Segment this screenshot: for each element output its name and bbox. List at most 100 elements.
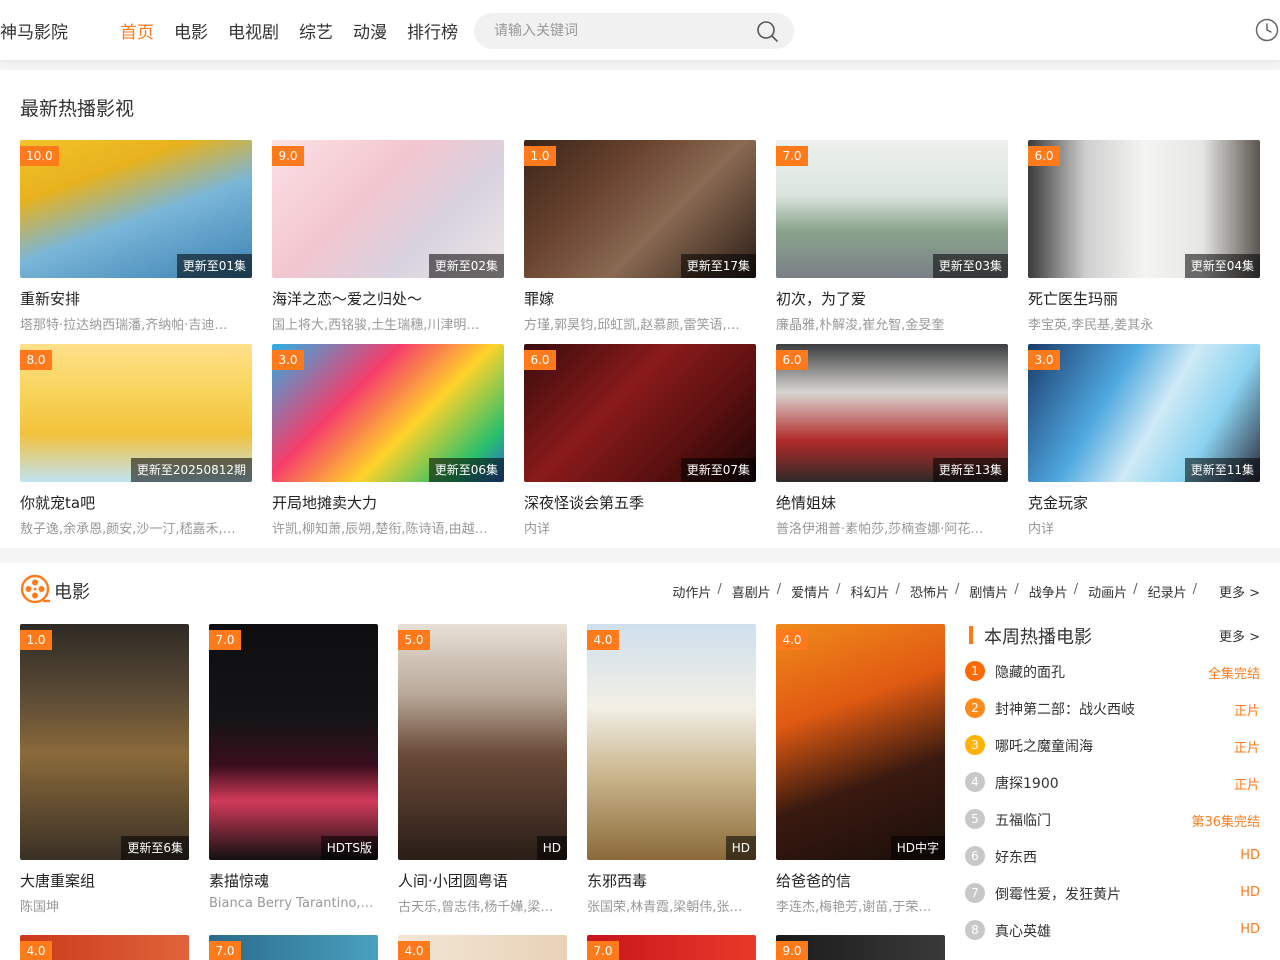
rank-title[interactable]: 哪吒之魔童闹海 — [995, 736, 1093, 756]
nav-movie[interactable]: 电影 — [174, 18, 208, 43]
search-icon[interactable] — [756, 20, 780, 44]
media-card[interactable]: 3.0 更新至11集 克金玩家 内详 — [1028, 344, 1260, 537]
nav-anime[interactable]: 动漫 — [353, 18, 387, 43]
media-card[interactable]: 6.0 更新至04集 死亡医生玛丽 李宝英,李民基,姜其永 — [1028, 140, 1260, 333]
genre-link[interactable]: 科幻片 — [851, 582, 890, 601]
genre-link[interactable]: 恐怖片 — [910, 582, 949, 601]
poster[interactable]: 8.0 更新至20250812期 — [20, 344, 252, 482]
poster[interactable]: 4.0 HD中字 — [776, 624, 945, 860]
rank-title[interactable]: 封神第二部：战火西岐 — [995, 699, 1135, 719]
site-logo[interactable]: 神马影院 — [0, 18, 68, 43]
nav-ranking[interactable]: 排行榜 — [407, 18, 458, 43]
rank-title[interactable]: 真心英雄 — [995, 921, 1051, 941]
card-title[interactable]: 你就宠ta吧 — [20, 492, 252, 513]
poster[interactable]: 7.0 更新至03集 — [776, 140, 1008, 278]
ranking-item[interactable]: 7 倒霉性爱，发狂黄片 HD — [965, 877, 1260, 914]
poster[interactable]: 3.0 更新至11集 — [1028, 344, 1260, 482]
media-card[interactable]: 1.0 更新至17集 罪嫁 方瑾,郭昊钧,邱虹凯,赵慕颜,雷笑语,… — [524, 140, 756, 333]
rank-title[interactable]: 倒霉性爱，发狂黄片 — [995, 884, 1121, 904]
movie-card[interactable]: 7.0 — [587, 935, 756, 960]
rank-status: 正片 — [1233, 741, 1260, 756]
media-card[interactable]: 3.0 更新至06集 开局地摊卖大力 许凯,柳知萧,辰朔,楚衔,陈诗语,由越… — [272, 344, 504, 537]
card-title[interactable]: 死亡医生玛丽 — [1028, 288, 1260, 309]
genre-link[interactable]: 爱情片 — [791, 582, 830, 601]
card-title[interactable]: 深夜怪谈会第五季 — [524, 492, 756, 513]
poster[interactable]: 1.0 更新至17集 — [524, 140, 756, 278]
nav-home[interactable]: 首页 — [120, 18, 154, 43]
poster[interactable]: 6.0 更新至13集 — [776, 344, 1008, 482]
card-cast: 古天乐,曾志伟,杨千嬅,梁… — [398, 900, 554, 915]
card-title[interactable]: 开局地摊卖大力 — [272, 492, 504, 513]
card-title[interactable]: 罪嫁 — [524, 288, 756, 309]
card-title[interactable]: 素描惊魂 — [209, 870, 378, 891]
score-badge: 10.0 — [20, 146, 59, 166]
genre-link[interactable]: 战争片 — [1029, 582, 1068, 601]
genre-links: 动作片 / 喜剧片 / 爱情片 / 科幻片 / 恐怖片 / 剧情片 / 战争片 / 动画片 / … — [672, 582, 1260, 601]
rank-number: 8 — [965, 920, 985, 940]
search-input[interactable] — [494, 21, 744, 41]
ranking-item[interactable]: 4 唐探1900 正片 — [965, 766, 1260, 803]
rank-status: HD — [1240, 848, 1260, 863]
genre-link[interactable]: 纪录片 — [1148, 582, 1187, 601]
media-card[interactable]: 9.0 更新至02集 海洋之恋～爱之归处～ 国上将大,西铭骏,土生瑞穗,川津明… — [272, 140, 504, 333]
poster[interactable]: 10.0 更新至01集 — [20, 140, 252, 278]
card-title[interactable]: 大唐重案组 — [20, 870, 189, 891]
card-title[interactable]: 海洋之恋～爱之归处～ — [272, 288, 504, 309]
ranking-item[interactable]: 8 真心英雄 HD — [965, 914, 1260, 951]
poster[interactable]: 6.0 更新至04集 — [1028, 140, 1260, 278]
card-cast: 内详 — [524, 522, 551, 537]
genre-link[interactable]: 动作片 — [672, 582, 711, 601]
nav-tv[interactable]: 电视剧 — [228, 18, 279, 43]
ranking-more-link[interactable]: 更多 > — [1219, 626, 1260, 645]
genre-link[interactable]: 剧情片 — [969, 582, 1008, 601]
movie-card[interactable]: 5.0 HD 人间·小团圆粤语 古天乐,曾志伟,杨千嬅,梁… — [398, 624, 567, 915]
media-card[interactable]: 6.0 更新至13集 绝情姐妹 普洛伊湘普·素帕莎,莎楠查娜·阿花… — [776, 344, 1008, 537]
update-status: 更新至07集 — [680, 458, 756, 482]
movie-card[interactable]: 4.0 HD中字 给爸爸的信 李连杰,梅艳芳,谢苗,于荣… — [776, 624, 945, 915]
card-title[interactable]: 东邪西毒 — [587, 870, 756, 891]
ranking-item[interactable]: 3 哪吒之魔童闹海 正片 — [965, 729, 1260, 766]
ranking-item[interactable]: 5 五福临门 第36集完结 — [965, 803, 1260, 840]
media-card[interactable]: 6.0 更新至07集 深夜怪谈会第五季 内详 — [524, 344, 756, 537]
genre-link[interactable]: 动画片 — [1088, 582, 1127, 601]
card-title[interactable]: 初次，为了爱 — [776, 288, 1008, 309]
genre-link[interactable]: 喜剧片 — [732, 582, 771, 601]
ranking-item[interactable]: 6 好东西 HD — [965, 840, 1260, 877]
media-card[interactable]: 8.0 更新至20250812期 你就宠ta吧 敖子逸,余承恩,颜安,沙一汀,嵇… — [20, 344, 252, 537]
media-card[interactable]: 10.0 更新至01集 重新安排 塔那特·拉达纳西瑞潘,齐纳帕·吉迪… — [20, 140, 252, 333]
poster[interactable]: 9.0 更新至02集 — [272, 140, 504, 278]
nav-variety[interactable]: 综艺 — [299, 18, 333, 43]
movie-card[interactable]: 7.0 HDTS版 素描惊魂 Bianca Berry Tarantino,A… — [209, 624, 378, 911]
rank-title[interactable]: 唐探1900 — [995, 773, 1059, 793]
movie-card[interactable]: 9.0 — [776, 935, 945, 960]
search-box — [474, 13, 794, 49]
rank-number: 1 — [965, 661, 985, 681]
movie-card[interactable]: 4.0 — [20, 935, 189, 960]
card-title[interactable]: 克金玩家 — [1028, 492, 1260, 513]
card-title[interactable]: 重新安排 — [20, 288, 252, 309]
movie-card[interactable]: 7.0 — [209, 935, 378, 960]
poster[interactable]: 5.0 HD — [398, 624, 567, 860]
card-title[interactable]: 给爸爸的信 — [776, 870, 945, 891]
rank-title[interactable]: 好东西 — [995, 847, 1037, 867]
card-title[interactable]: 人间·小团圆粤语 — [398, 870, 567, 891]
poster[interactable]: 1.0 更新至6集 — [20, 624, 189, 860]
card-cast: 李连杰,梅艳芳,谢苗,于荣… — [776, 900, 932, 915]
ranking-item[interactable]: 1 隐藏的面孔 全集完结 — [965, 655, 1260, 692]
movie-card[interactable]: 4.0 HD 东邪西毒 张国荣,林青霞,梁朝伟,张… — [587, 624, 756, 915]
poster[interactable]: 4.0 HD — [587, 624, 756, 860]
poster[interactable]: 3.0 更新至06集 — [272, 344, 504, 482]
rank-title[interactable]: 五福临门 — [995, 810, 1051, 830]
poster[interactable]: 6.0 更新至07集 — [524, 344, 756, 482]
rank-title[interactable]: 隐藏的面孔 — [995, 662, 1065, 682]
card-cast: 国上将大,西铭骏,土生瑞穗,川津明… — [272, 318, 480, 333]
card-cast: Bianca Berry Tarantino,A… — [209, 896, 378, 911]
card-title[interactable]: 绝情姐妹 — [776, 492, 1008, 513]
ranking-item[interactable]: 2 封神第二部：战火西岐 正片 — [965, 692, 1260, 729]
movie-more-link[interactable]: 更多 > — [1219, 582, 1260, 601]
movie-card[interactable]: 4.0 — [398, 935, 567, 960]
media-card[interactable]: 7.0 更新至03集 初次，为了爱 廉晶雅,朴解浚,崔允智,金旻奎 — [776, 140, 1008, 333]
poster[interactable]: 7.0 HDTS版 — [209, 624, 378, 860]
history-clock-icon[interactable] — [1255, 18, 1279, 42]
movie-card[interactable]: 1.0 更新至6集 大唐重案组 陈国坤 — [20, 624, 189, 915]
